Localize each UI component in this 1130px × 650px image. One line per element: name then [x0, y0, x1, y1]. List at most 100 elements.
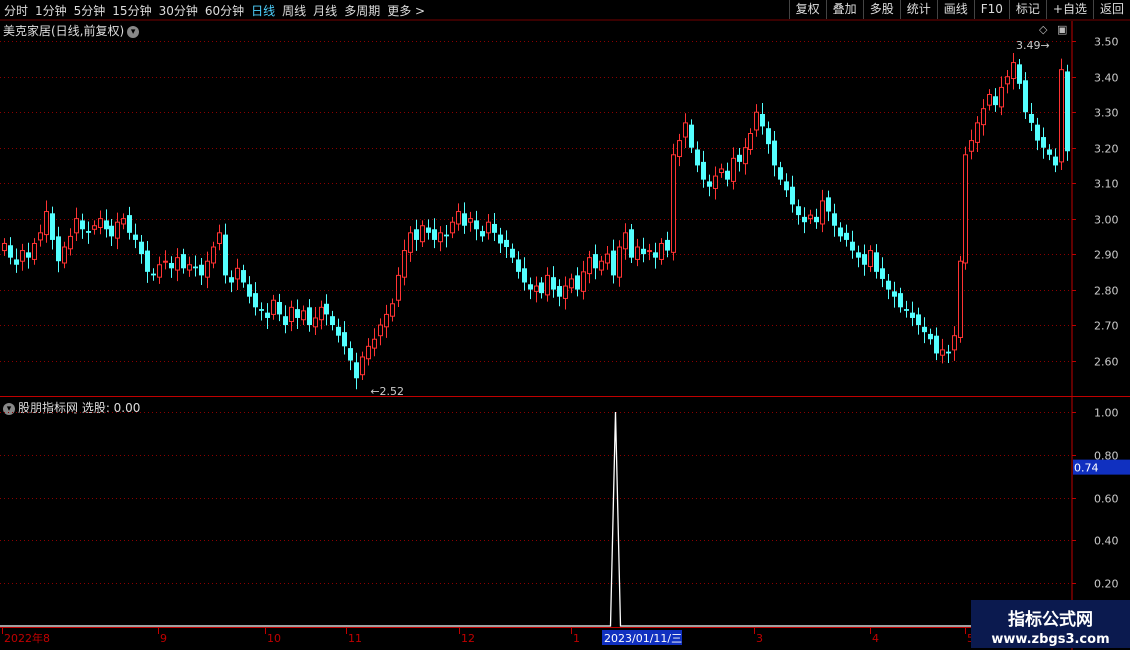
x-tick-label: 2022年8 [4, 631, 50, 645]
y-tick-label: 3.50 [1094, 36, 1119, 49]
candle-body-up [20, 250, 25, 262]
candle-body-up [647, 250, 652, 253]
candle-body-up [969, 140, 974, 152]
candle-body-up [754, 111, 759, 131]
candle-body-down [14, 259, 19, 265]
candle-body-down [86, 231, 91, 233]
candle-body-down [1065, 71, 1070, 152]
candle-body-down [80, 220, 85, 230]
candle-body-up [587, 257, 592, 275]
candle-body-down [551, 277, 556, 290]
indicator-tick-label: 0.40 [1094, 535, 1119, 548]
candle-body-up [963, 154, 968, 264]
candle-body-down [104, 220, 109, 230]
candle-body-up [378, 324, 383, 337]
candle-body-down [480, 231, 485, 237]
candle-body-up [975, 122, 980, 143]
indicator-line [0, 411, 1072, 627]
candle-body-down [26, 252, 31, 258]
candle-body-up [289, 306, 294, 323]
candle-body-up [390, 303, 395, 317]
candle-body-up [748, 133, 753, 150]
candle-body-up [115, 221, 120, 239]
candle-body-down [910, 312, 915, 318]
candle-body-up [450, 221, 455, 234]
candle-body-up [545, 274, 550, 296]
candle-body-up [868, 250, 873, 268]
candle-body-down [665, 239, 670, 251]
candle-body-down [414, 229, 419, 240]
candle-body-up [438, 232, 443, 243]
y-tick-label: 2.80 [1094, 285, 1119, 298]
candle-body-down [324, 303, 329, 315]
candle-body-down [1035, 124, 1040, 141]
candle-body-down [181, 254, 186, 269]
candle-body-up [635, 246, 640, 260]
candle-body-down [199, 264, 204, 276]
candle-body-down [1053, 156, 1058, 166]
x-tick-label: 9 [160, 632, 167, 645]
candle-body-up [372, 338, 377, 349]
candle-body-up [534, 285, 539, 292]
candle-body-down [1023, 80, 1028, 113]
candle-body-down [922, 326, 927, 333]
watermark-url: www.zbgs3.com [991, 632, 1110, 647]
candle-body-up [2, 242, 7, 252]
candle-body-up [563, 285, 568, 299]
candle-body-down [283, 316, 288, 326]
candle-body-up [456, 211, 461, 225]
candle-body-down [766, 128, 771, 145]
candle-body-down [898, 293, 903, 308]
indicator-tick-label: 0.20 [1094, 578, 1119, 591]
candle-body-up [74, 218, 79, 234]
candle-body-up [1011, 62, 1016, 80]
candle-body-down [522, 268, 527, 283]
candle-body-up [1005, 76, 1010, 85]
candle-body-up [1059, 69, 1064, 163]
candle-body-up [569, 278, 574, 289]
high-price-label: 3.49→ [1016, 39, 1050, 52]
candle-body-up [211, 246, 216, 264]
candle-body-up [38, 232, 43, 241]
candle-body-up [360, 356, 365, 376]
candle-body-up [659, 242, 664, 260]
candle-body-up [319, 306, 324, 321]
candle-body-down [330, 316, 335, 326]
candle-body-down [109, 225, 114, 237]
candle-body-up [623, 232, 628, 250]
candle-body-up [952, 335, 957, 351]
candle-body-up [719, 168, 724, 174]
candle-body-down [707, 181, 712, 187]
candle-body-down [557, 286, 562, 297]
y-tick-label: 2.60 [1094, 356, 1119, 369]
x-tick-label: 10 [267, 632, 281, 645]
indicator-tick-label: 0.60 [1094, 493, 1119, 506]
candle-body-down [737, 154, 742, 162]
candle-body-down [1047, 149, 1052, 155]
x-tick-label: 1 [573, 632, 580, 645]
chart-area[interactable]: 2.60 2.70 2.80 2.90 3.00 3.10 3.20 3.30 3.40 3.50… [0, 0, 1130, 650]
candle-body-down [575, 275, 580, 290]
candle-body-up [163, 260, 168, 263]
indicator-tick-label: 1.00 [1094, 407, 1119, 420]
candle-body-down [247, 284, 252, 297]
candle-body-up [121, 218, 126, 225]
candle-body-down [1041, 137, 1046, 148]
candle-body-up [808, 214, 813, 220]
candle-body-down [223, 234, 228, 276]
y-tick-label: 3.00 [1094, 214, 1119, 227]
candle-body-down [802, 216, 807, 223]
candle-body-down [498, 234, 503, 244]
candle-body-down [492, 223, 497, 233]
y-tick-label: 3.30 [1094, 107, 1119, 120]
candle-body-down [474, 220, 479, 230]
current-value-label: 0.74 [1074, 462, 1099, 475]
candle-body-up [468, 218, 473, 223]
candle-body-up [68, 235, 73, 250]
candle-body-down [725, 170, 730, 180]
candle-body-down [916, 314, 921, 326]
date-highlight-label: 2023/01/11/三 [604, 632, 682, 645]
candle-body-down [814, 216, 819, 223]
y-tick-label: 3.20 [1094, 143, 1119, 156]
x-tick-label: 12 [461, 632, 475, 645]
